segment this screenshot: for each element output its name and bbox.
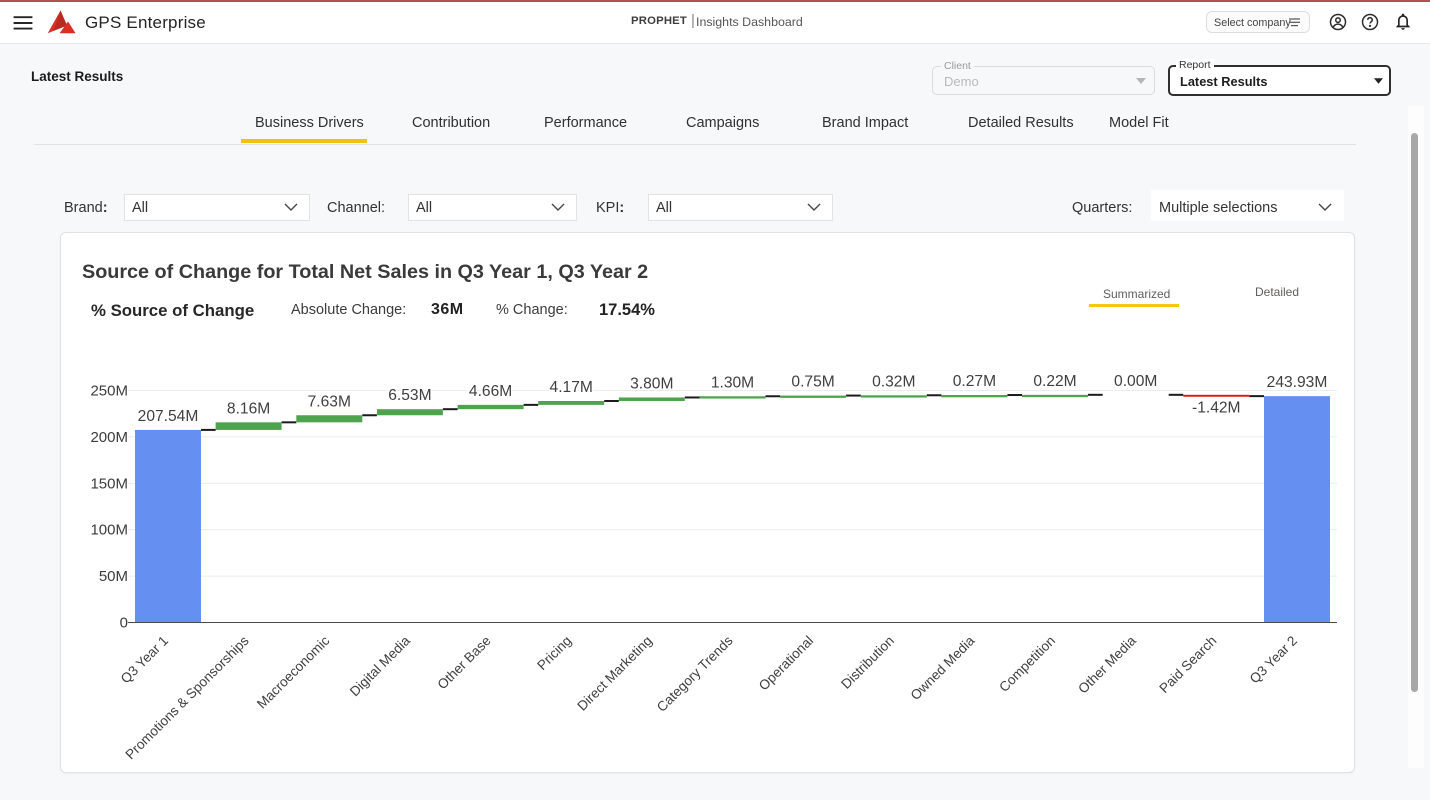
svg-text:7.63M: 7.63M: [308, 393, 351, 410]
svg-text:Paid Search: Paid Search: [1156, 633, 1219, 696]
svg-text:0.75M: 0.75M: [791, 374, 834, 391]
svg-text:Other Media: Other Media: [1075, 633, 1139, 697]
svg-text:Other Base: Other Base: [434, 633, 493, 692]
svg-text:100M: 100M: [90, 522, 128, 539]
svg-text:3.80M: 3.80M: [630, 375, 673, 392]
svg-text:Q3 Year 2: Q3 Year 2: [1247, 633, 1300, 686]
svg-text:4.66M: 4.66M: [469, 383, 512, 400]
svg-text:0.27M: 0.27M: [953, 373, 996, 390]
svg-text:Pricing: Pricing: [534, 633, 574, 673]
svg-text:Owned Media: Owned Media: [908, 633, 978, 703]
svg-text:0.22M: 0.22M: [1033, 373, 1076, 390]
svg-text:-1.42M: -1.42M: [1192, 400, 1241, 417]
svg-text:Category Trends: Category Trends: [654, 633, 736, 715]
svg-text:0.00M: 0.00M: [1114, 373, 1157, 390]
svg-text:150M: 150M: [90, 475, 128, 492]
svg-text:200M: 200M: [90, 429, 128, 446]
svg-text:Macroeconomic: Macroeconomic: [254, 633, 333, 712]
svg-text:250M: 250M: [90, 383, 128, 400]
svg-text:243.93M: 243.93M: [1267, 374, 1328, 391]
svg-text:Competition: Competition: [996, 633, 1058, 695]
svg-text:0: 0: [120, 615, 128, 632]
svg-text:4.17M: 4.17M: [550, 379, 593, 396]
svg-text:Direct Marketing: Direct Marketing: [574, 633, 655, 714]
svg-text:0.32M: 0.32M: [872, 373, 915, 390]
svg-text:Digital Media: Digital Media: [347, 633, 413, 699]
svg-text:50M: 50M: [99, 568, 128, 585]
svg-text:6.53M: 6.53M: [388, 387, 431, 404]
svg-text:1.30M: 1.30M: [711, 374, 754, 391]
svg-text:8.16M: 8.16M: [227, 400, 270, 417]
svg-text:Q3 Year 1: Q3 Year 1: [118, 633, 171, 686]
svg-text:Distribution: Distribution: [838, 633, 897, 692]
svg-text:207.54M: 207.54M: [138, 408, 199, 425]
svg-text:Operational: Operational: [756, 633, 816, 693]
